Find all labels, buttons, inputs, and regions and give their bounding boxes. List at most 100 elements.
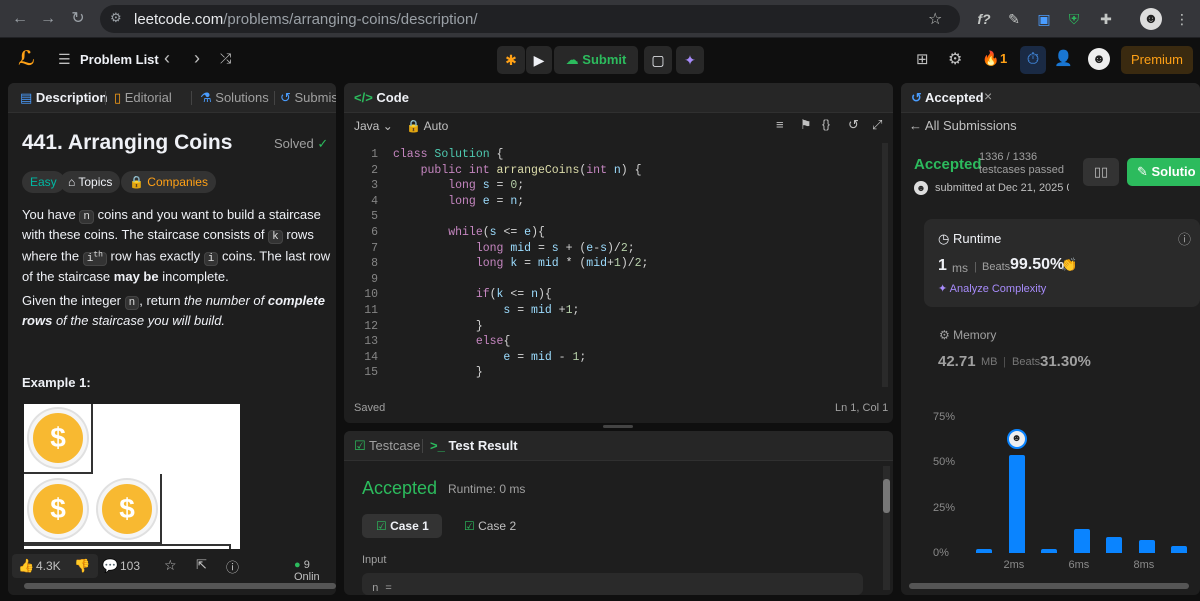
companies-tag[interactable]: 🔒 Companies — [121, 171, 216, 193]
debug-icon[interactable]: ✱ — [497, 46, 525, 74]
horizontal-scrollbar[interactable] — [24, 583, 336, 589]
code-token: s — [482, 179, 497, 193]
code-token: long — [475, 257, 511, 271]
topics-tag[interactable]: ⌂ Topics — [60, 171, 121, 193]
thumbs-down-icon[interactable]: 👎 — [74, 558, 90, 574]
code-token: class — [393, 148, 435, 161]
case-1-tab[interactable]: ☑ Case 1 — [362, 514, 442, 538]
prev-problem-icon[interactable]: ‹ — [164, 48, 170, 69]
solution-button[interactable]: ✎ Solutio — [1127, 158, 1200, 186]
result-scrollbar-thumb[interactable] — [883, 479, 890, 513]
shuffle-icon[interactable]: ⤮ — [220, 50, 231, 67]
bar-current-submission[interactable] — [1008, 455, 1025, 553]
tab-testcase[interactable]: ☑ Testcase — [354, 438, 420, 454]
tab-test-result[interactable]: >_ Test Result — [430, 438, 518, 453]
book-open-icon: ▯▯ — [1093, 164, 1109, 179]
notes-icon[interactable]: ▢ — [644, 46, 672, 74]
coin-icon: $ — [29, 480, 87, 538]
add-user-icon[interactable]: 👤 — [1054, 49, 1073, 67]
bookmark-icon[interactable]: ⚑ — [800, 117, 812, 133]
tab-submissions[interactable]: ↺ Submis — [280, 90, 336, 106]
example-heading: Example 1: — [22, 375, 91, 390]
problem-title[interactable]: 441. Arranging Coins — [22, 131, 232, 155]
problem-list-link[interactable]: Problem List — [80, 52, 159, 67]
line-number: 8 — [371, 257, 378, 271]
comment-icon[interactable]: 💬 — [102, 558, 118, 574]
close-tab-icon[interactable]: × — [984, 88, 992, 104]
difficulty-tag[interactable]: Easy — [22, 171, 65, 193]
reset-icon[interactable]: ↺ — [848, 117, 859, 133]
code-header: </> Code — [344, 83, 893, 113]
language-select[interactable]: Java ⌄ — [354, 119, 393, 133]
input-box[interactable]: n = — [362, 573, 863, 595]
layout-grid-icon[interactable]: ⊞ — [916, 50, 929, 68]
all-submissions-label: All Submissions — [924, 118, 1017, 133]
all-submissions-link[interactable]: ← All Submissions — [909, 118, 1017, 133]
code-editor[interactable]: 1 class Solution {2 public int arrangeCoi… — [344, 143, 893, 387]
terminal-icon: >_ — [430, 438, 449, 453]
chart-scrollbar[interactable] — [909, 583, 1189, 589]
fullscreen-icon[interactable]: ⤢ — [872, 117, 882, 133]
memory-beats: 31.30% — [1040, 353, 1091, 370]
address-bar[interactable]: ⚙ leetcode.com/problems/arranging-coins/… — [100, 5, 960, 33]
profile-avatar-icon[interactable]: ☻ — [1140, 8, 1162, 30]
info-icon[interactable]: ⓘ — [1178, 229, 1191, 248]
tab-accepted[interactable]: ↺ Accepted — [911, 90, 984, 106]
runtime-card[interactable]: ◷ Runtime ⓘ 1 ms | Beats 99.50% 👏 ✦ Anal… — [924, 219, 1200, 307]
ai-sparkle-icon[interactable]: ✦ — [676, 46, 704, 74]
tab-description[interactable]: ▤ Description — [20, 90, 107, 106]
help-icon[interactable]: ⓘ — [226, 557, 239, 576]
settings-gear-icon[interactable]: ⚙ — [948, 49, 962, 69]
braces-icon[interactable]: {} — [822, 117, 830, 131]
auto-mode[interactable]: 🔒 Auto — [406, 119, 448, 133]
run-button[interactable]: ▶ — [526, 46, 552, 74]
chart-bar[interactable] — [1171, 545, 1187, 553]
tab-editorial[interactable]: ▯ Editorial — [114, 90, 172, 106]
user-avatar[interactable]: ☻ — [1088, 48, 1110, 70]
desc-text: row has exactly — [106, 248, 204, 264]
description-tabs: ▤ Description ▯ Editorial ⚗ Solutions ↺ … — [8, 83, 336, 113]
code-token: ; — [572, 304, 580, 317]
analyze-complexity-link[interactable]: ✦ Analyze Complexity — [938, 282, 1046, 295]
favorite-star-icon[interactable]: ☆ — [164, 557, 177, 574]
leetcode-logo-icon[interactable]: ℒ — [18, 48, 38, 70]
share-icon[interactable]: ⇱ — [196, 557, 207, 573]
shield-extension-icon[interactable]: ⛨ — [1064, 9, 1084, 29]
reload-icon[interactable]: ↻ — [68, 9, 88, 29]
bookmark-star-icon[interactable]: ☆ — [928, 9, 942, 29]
editor-scrollbar[interactable] — [882, 143, 888, 387]
case-2-tab[interactable]: ☑ Case 2 — [464, 519, 516, 533]
format-icon[interactable]: ≡ — [776, 117, 784, 132]
thumbs-up-icon[interactable]: 👍 — [18, 558, 34, 574]
tab-solutions[interactable]: ⚗ Solutions — [200, 90, 269, 106]
back-icon[interactable]: ← — [10, 9, 30, 29]
chart-bar[interactable] — [1138, 540, 1155, 553]
submission-status: Accepted — [914, 156, 982, 173]
runtime-distribution-chart[interactable]: 75% 50% 25% 0% ☻ 2ms 6ms 8ms — [909, 405, 1200, 585]
chart-bar[interactable] — [1106, 536, 1122, 553]
browser-menu-icon[interactable]: ⋮ — [1172, 9, 1192, 29]
extension-f-icon[interactable]: f? — [974, 9, 994, 29]
forward-icon[interactable]: → — [38, 9, 58, 29]
memory-value: 42.71 — [938, 353, 976, 370]
code-token: mid — [531, 304, 559, 317]
desc-bold-italic: complete — [267, 293, 325, 308]
submit-button[interactable]: ☁ Submit — [554, 46, 638, 74]
extension-square-icon[interactable]: ▣ — [1034, 9, 1054, 29]
resize-handle[interactable] — [603, 425, 633, 428]
code-token: <= — [503, 226, 525, 239]
eyedropper-icon[interactable]: ✎ — [1004, 9, 1024, 29]
superscript-th: th — [93, 250, 103, 259]
streak-fire-icon[interactable]: 🔥 — [982, 50, 999, 67]
premium-button[interactable]: Premium — [1121, 46, 1193, 74]
chart-bar[interactable] — [1041, 549, 1057, 553]
chart-bar[interactable] — [976, 549, 992, 553]
editorial-book-button[interactable]: ▯▯ — [1083, 158, 1119, 186]
extensions-puzzle-icon[interactable]: ✚ — [1096, 9, 1116, 29]
tab-code[interactable]: </> Code — [354, 90, 409, 105]
chart-bar[interactable] — [1073, 529, 1090, 553]
y-tick-label: 50% — [933, 456, 956, 469]
site-info-icon[interactable]: ⚙ — [110, 10, 122, 26]
next-problem-icon[interactable]: › — [194, 48, 200, 69]
timer-icon[interactable]: ⏱ — [1020, 46, 1046, 74]
